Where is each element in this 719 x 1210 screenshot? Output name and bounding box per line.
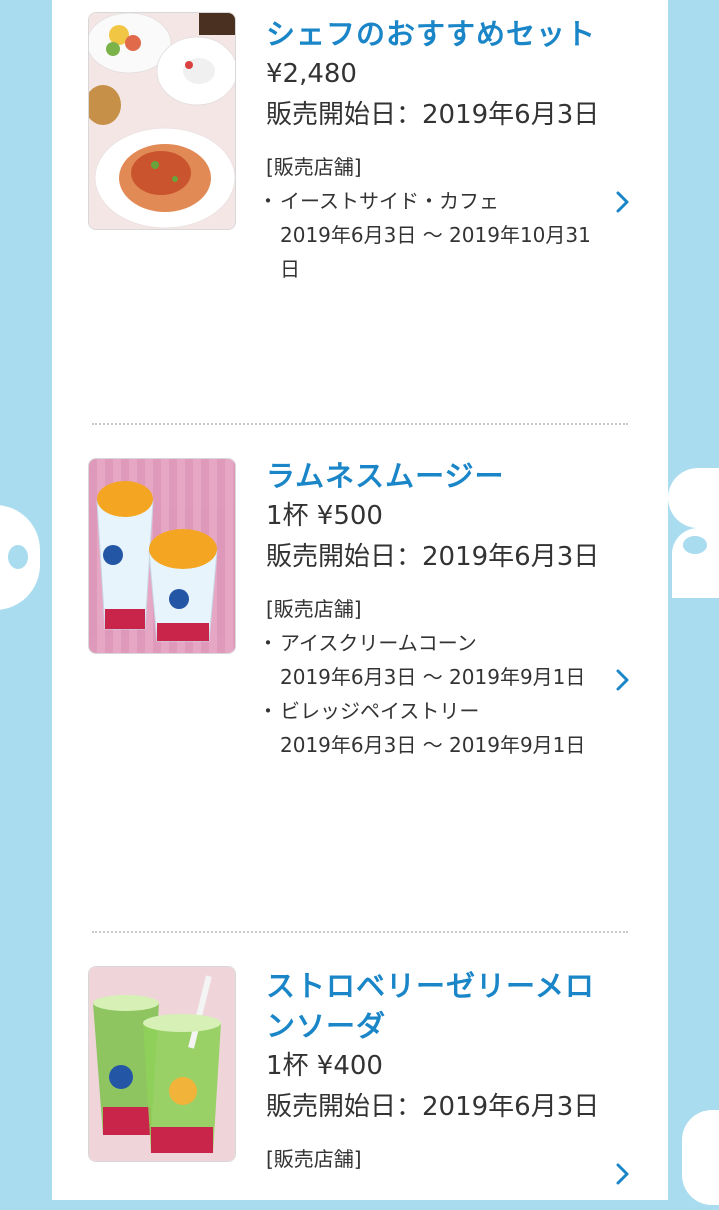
cloud-decoration-right (668, 468, 719, 528)
store-name: イーストサイド・カフェ (258, 184, 606, 218)
chevron-right-icon[interactable] (615, 668, 631, 691)
chevron-right-icon[interactable] (615, 1162, 631, 1185)
stores-heading: [販売店舗] (266, 1147, 362, 1171)
stores-heading: [販売店舗] (266, 597, 362, 621)
cloud-decoration-detail (683, 536, 707, 554)
menu-item-start-date: 販売開始日：2019年6月3日 (266, 542, 600, 572)
store-name: アイスクリームコーン (258, 626, 606, 660)
store-period: 2019年6月3日 〜 2019年9月1日 (280, 733, 586, 757)
menu-item-price: 1杯 ¥400 (266, 1051, 383, 1081)
item-divider (92, 931, 628, 933)
menu-item-photo (88, 458, 236, 654)
menu-item-info: ラムネスムージー 1杯 ¥500 販売開始日：2019年6月3日 [販売店舗] … (258, 456, 606, 762)
chevron-right-icon[interactable] (615, 190, 631, 213)
cloud-decoration-right-bottom (682, 1110, 719, 1205)
smoothie-image (89, 459, 235, 653)
stores-heading: [販売店舗] (266, 155, 362, 179)
store-period: 2019年6月3日 〜 2019年10月31日 (280, 223, 591, 281)
menu-item-price: 1杯 ¥500 (266, 501, 383, 531)
menu-item-start-date: 販売開始日：2019年6月3日 (266, 1092, 600, 1122)
menu-item-title[interactable]: ストロベリーゼリーメロンソーダ (266, 966, 606, 1046)
menu-item-photo (88, 12, 236, 230)
menu-item-start-date: 販売開始日：2019年6月3日 (266, 100, 600, 130)
menu-item[interactable]: ストロベリーゼリーメロンソーダ 1杯 ¥400 販売開始日：2019年6月3日 … (52, 950, 668, 1210)
menu-item-info: ストロベリーゼリーメロンソーダ 1杯 ¥400 販売開始日：2019年6月3日 … (266, 966, 606, 1176)
menu-item[interactable]: ラムネスムージー 1杯 ¥500 販売開始日：2019年6月3日 [販売店舗] … (52, 440, 668, 920)
menu-list-panel: シェフのおすすめセット ¥2,480 販売開始日：2019年6月3日 [販売店舗… (52, 0, 668, 1200)
store-entry: イーストサイド・カフェ 2019年6月3日 〜 2019年10月31日 (258, 184, 606, 286)
menu-item-photo (88, 966, 236, 1162)
store-period: 2019年6月3日 〜 2019年9月1日 (280, 665, 586, 689)
menu-item-info: シェフのおすすめセット ¥2,480 販売開始日：2019年6月3日 [販売店舗… (258, 14, 606, 286)
menu-item-title[interactable]: ラムネスムージー (266, 456, 606, 496)
item-divider (92, 423, 628, 425)
store-entry: アイスクリームコーン 2019年6月3日 〜 2019年9月1日 (258, 626, 606, 694)
melon-soda-image (89, 967, 235, 1161)
menu-item-title[interactable]: シェフのおすすめセット (266, 14, 606, 54)
menu-item[interactable]: シェフのおすすめセット ¥2,480 販売開始日：2019年6月3日 [販売店舗… (52, 0, 668, 420)
store-entry: ビレッジペイストリー 2019年6月3日 〜 2019年9月1日 (258, 694, 606, 762)
menu-item-price: ¥2,480 (266, 59, 357, 89)
cloud-decoration-detail (8, 545, 28, 569)
store-name: ビレッジペイストリー (258, 694, 606, 728)
pasta-set-image (89, 13, 235, 229)
